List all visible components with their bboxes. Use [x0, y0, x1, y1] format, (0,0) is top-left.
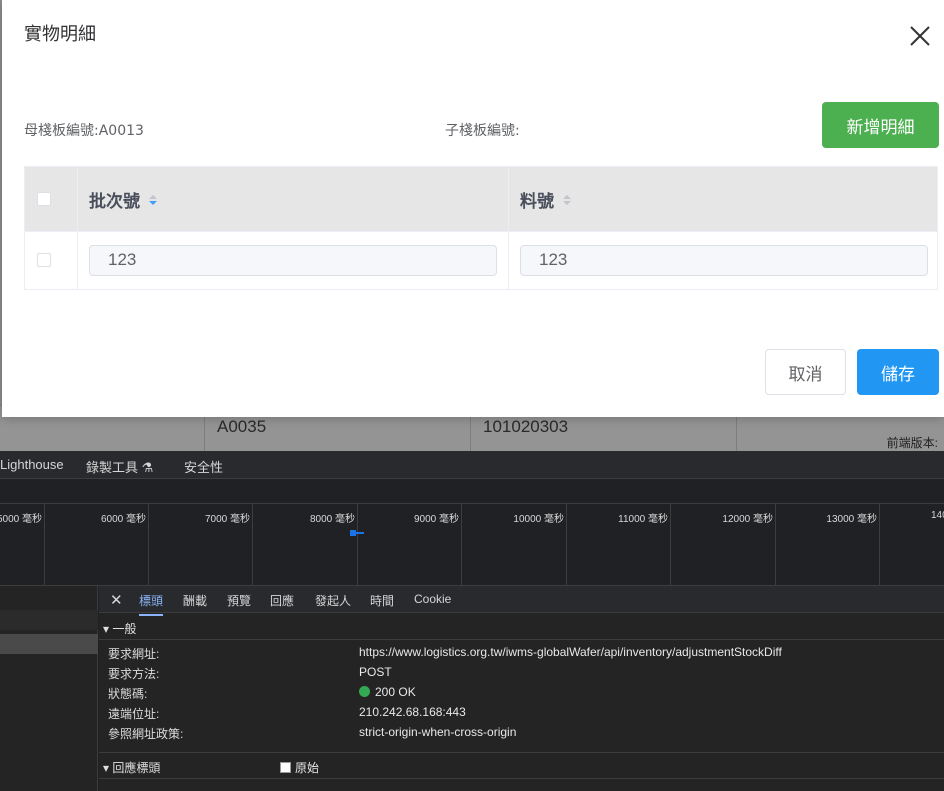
devtools-filter-bar	[0, 479, 944, 504]
table-header	[25, 167, 937, 232]
tab-recorder[interactable]: 錄製工具 ⚗	[86, 457, 153, 476]
sort-icon[interactable]	[562, 193, 572, 207]
tick-label: 13000 毫秒	[826, 514, 877, 525]
divider	[99, 778, 944, 779]
tab-response[interactable]: 回應	[270, 592, 294, 609]
request-timing-bar	[356, 532, 364, 534]
select-all-checkbox[interactable]	[37, 192, 51, 206]
tab-security[interactable]: 安全性	[184, 457, 223, 476]
close-icon[interactable]	[908, 24, 932, 48]
column-header-part[interactable]: 料號	[520, 187, 572, 212]
detail-dialog: 實物明細 母棧板編號:A0013 子棧板編號: 新增明細 批次號 料號 123 …	[2, 0, 944, 417]
tick-label: 6000 毫秒	[100, 514, 146, 525]
response-headers-section-toggle[interactable]: ▾ 回應標頭	[103, 759, 160, 776]
status-ok-icon	[359, 686, 370, 697]
add-detail-button[interactable]: 新增明細	[822, 102, 939, 148]
tick-label: 8000 毫秒	[309, 514, 355, 525]
tick-line	[566, 504, 567, 586]
detail-table: 批次號 料號 123 123	[24, 166, 938, 290]
tab-initiator[interactable]: 發起人	[315, 592, 351, 609]
status-code-key: 狀態碼:	[108, 687, 148, 701]
tick-line	[252, 504, 253, 586]
tab-lighthouse[interactable]: Lighthouse	[0, 457, 64, 472]
child-board-label: 子棧板編號:	[445, 123, 520, 139]
status-code-text: 200 OK	[375, 685, 416, 699]
tick-label: 5000 毫秒	[0, 514, 42, 525]
column-divider	[508, 167, 509, 289]
referrer-policy-value: strict-origin-when-cross-origin	[359, 725, 517, 739]
divider	[99, 639, 944, 640]
tab-preview[interactable]: 預覽	[227, 592, 251, 609]
raw-checkbox[interactable]	[280, 762, 291, 773]
part-number-input[interactable]: 123	[520, 245, 928, 276]
column-header-batch-label: 批次號	[89, 192, 140, 212]
network-timeline[interactable]: 5000 毫秒 6000 毫秒 7000 毫秒 8000 毫秒 9000 毫秒 …	[0, 504, 944, 586]
status-code-value: 200 OK	[359, 685, 416, 699]
tick-line	[44, 504, 45, 586]
detail-tab-bar: ✕ 標頭 酬載 預覽 回應 發起人 時間 Cookie	[99, 586, 944, 616]
tab-cookie[interactable]: Cookie	[414, 592, 451, 606]
raw-toggle[interactable]: 原始	[280, 759, 319, 776]
tick-line	[879, 504, 880, 586]
tick-label: 11000 毫秒	[618, 514, 668, 525]
tick-label: 140	[931, 510, 944, 521]
list-item[interactable]	[0, 610, 98, 630]
close-icon[interactable]: ✕	[110, 591, 123, 609]
tick-label: 12000 毫秒	[722, 514, 773, 525]
column-header-batch[interactable]: 批次號	[89, 187, 158, 212]
tick-label: 9000 毫秒	[413, 514, 459, 525]
raw-label: 原始	[295, 761, 320, 775]
tab-timing[interactable]: 時間	[370, 592, 394, 609]
batch-number-input[interactable]: 123	[89, 245, 497, 276]
divider	[99, 752, 944, 753]
frontend-version-label: 前端版本:	[886, 436, 938, 450]
remote-address-key: 遠端位址:	[108, 707, 160, 721]
save-button[interactable]: 儲存	[857, 349, 939, 395]
request-method-key: 要求方法:	[108, 667, 160, 681]
parent-board-label: 母棧板編號:	[24, 123, 99, 139]
request-url-value: https://www.logistics.org.tw/iwms-global…	[359, 645, 782, 659]
tab-headers[interactable]: 標頭	[139, 592, 164, 616]
general-section-toggle[interactable]: ▾ 一般	[103, 620, 136, 637]
tab-recorder-label: 錄製工具	[86, 460, 139, 475]
devtools-tab-bar: Lighthouse 錄製工具 ⚗ 安全性	[0, 451, 944, 479]
remote-address-value: 210.242.68.168:443	[359, 705, 466, 719]
column-divider	[77, 167, 78, 289]
list-item[interactable]	[0, 634, 98, 654]
request-list	[0, 586, 98, 791]
parent-board-field: 母棧板編號:A0013	[24, 120, 144, 140]
tick-line	[461, 504, 462, 586]
devtools-panel: Lighthouse 錄製工具 ⚗ 安全性 5000 毫秒 6000 毫秒 70…	[0, 451, 944, 791]
column-header-part-label: 料號	[520, 192, 554, 212]
dialog-title: 實物明細	[24, 24, 96, 45]
row-checkbox[interactable]	[37, 253, 51, 267]
header-divider	[25, 231, 937, 232]
parent-board-value: A0013	[98, 123, 144, 139]
flask-icon: ⚗	[141, 460, 154, 475]
cancel-button[interactable]: 取消	[765, 349, 846, 395]
request-method-value: POST	[359, 665, 392, 679]
request-url-key: 要求網址:	[108, 647, 160, 661]
referrer-policy-key: 參照網址政策:	[108, 727, 184, 741]
tick-line	[775, 504, 776, 586]
tick-line	[670, 504, 671, 586]
tick-line	[148, 504, 149, 586]
tick-line	[357, 504, 358, 586]
tab-payload[interactable]: 酬載	[183, 592, 207, 609]
sort-icon[interactable]	[148, 193, 158, 207]
request-detail-pane: ✕ 標頭 酬載 預覽 回應 發起人 時間 Cookie ▾ 一般 要求網址: h…	[99, 586, 944, 791]
child-board-field: 子棧板編號:	[445, 120, 520, 140]
tick-label: 7000 毫秒	[204, 514, 250, 525]
tick-label: 10000 毫秒	[513, 514, 564, 525]
